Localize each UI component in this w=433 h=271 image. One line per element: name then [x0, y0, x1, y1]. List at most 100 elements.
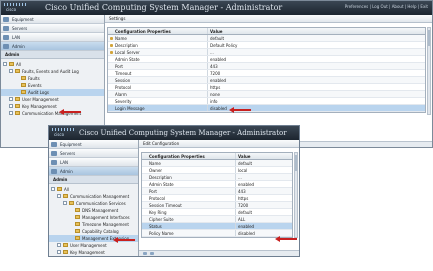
nav-equipment-button[interactable]: Equipment	[1, 15, 104, 24]
tree-node[interactable]: Communication Services	[49, 200, 138, 207]
nav-lan-button[interactable]: LAN	[1, 33, 104, 42]
expand-icon	[57, 243, 61, 247]
expand-icon	[57, 194, 61, 198]
nav-admin-button[interactable]: Admin	[49, 167, 138, 176]
scrollbar-thumb	[295, 155, 297, 171]
refresh-icon[interactable]	[150, 252, 154, 255]
table-row[interactable]: Timeout 7200	[108, 70, 425, 77]
expand-icon	[9, 69, 13, 73]
table-row-selected[interactable]: Login Message disabled	[108, 105, 425, 112]
lan-icon	[51, 160, 57, 165]
folder-icon	[75, 215, 80, 219]
folder-icon	[63, 243, 68, 247]
folder-icon	[15, 111, 20, 115]
title-bar: cisco Cisco Unified Computing System Man…	[49, 126, 299, 140]
table-body: Name default Description Default Policy Lo…	[108, 35, 425, 112]
table-row[interactable]: Session enabled	[108, 77, 425, 84]
folder-icon	[63, 250, 68, 254]
admin-tree: All Communication Management Communicati…	[49, 184, 138, 256]
table-row[interactable]: Protocol https	[108, 84, 425, 91]
equipment-icon	[3, 17, 9, 22]
table-row[interactable]: Session Timeout 7200	[142, 202, 292, 209]
table-row[interactable]: Description...	[142, 174, 292, 181]
properties-table: Configuration Properties Value Name defau…	[107, 27, 426, 113]
folder-icon	[57, 187, 62, 191]
tree-node[interactable]: Communication Management	[49, 193, 138, 200]
table-row[interactable]: Policy Name disabled	[142, 230, 292, 237]
table-row[interactable]: Local Server...	[108, 49, 425, 56]
tree-node[interactable]: Faults, Events and Audit Log	[1, 68, 104, 75]
table-row[interactable]: Cipher Suite ALL	[142, 216, 292, 223]
tree-node-all[interactable]: All	[49, 186, 138, 193]
folder-icon	[15, 69, 20, 73]
folder-icon	[21, 83, 26, 87]
table-row[interactable]: Port 443	[108, 63, 425, 70]
folder-icon	[63, 194, 68, 198]
column-header-property: Configuration Properties	[108, 28, 208, 34]
table-row[interactable]: Protocol https	[142, 195, 292, 202]
nav-lan-button[interactable]: LAN	[49, 158, 138, 167]
title-bar: cisco Cisco Unified Computing System Man…	[1, 1, 432, 15]
tree-node[interactable]: Key Management	[49, 249, 138, 256]
table-header: Configuration Properties Value	[142, 153, 292, 160]
table-row[interactable]: Admin State enabled	[108, 56, 425, 63]
vertical-scrollbar[interactable]	[294, 152, 298, 238]
nav-admin-button[interactable]: Admin	[1, 42, 104, 51]
tree-node[interactable]: Communication Management	[1, 110, 104, 117]
nav-equipment-button[interactable]: Equipment	[49, 140, 138, 149]
equipment-icon	[51, 142, 57, 147]
back-icon[interactable]	[143, 252, 147, 255]
table-row[interactable]: Severity info	[108, 98, 425, 105]
tree-node[interactable]: Faults	[1, 75, 104, 82]
header-links[interactable]: Preferences | Log Out | About | Help | E…	[345, 4, 428, 9]
status-bar	[139, 250, 299, 256]
table-row[interactable]: Name default	[142, 160, 292, 167]
column-header-value: Value	[238, 154, 251, 159]
folder-icon	[9, 62, 14, 66]
scrollbar-thumb	[428, 30, 430, 46]
tree-node-selected[interactable]: Audit Logs	[1, 89, 104, 96]
expand-icon	[9, 111, 13, 115]
table-header: Configuration Properties Value	[108, 28, 425, 35]
folder-icon	[75, 222, 80, 226]
table-row[interactable]: Admin State enabled	[142, 181, 292, 188]
arrow-annotation	[275, 236, 297, 242]
tree-node[interactable]: Events	[1, 82, 104, 89]
vertical-scrollbar[interactable]	[427, 27, 431, 115]
table-row[interactable]: Owner local	[142, 167, 292, 174]
servers-icon	[3, 26, 9, 31]
panel-title: Edit Configuration	[139, 140, 299, 148]
nav-servers-button[interactable]: Servers	[49, 149, 138, 158]
expand-icon	[3, 62, 7, 66]
table-row[interactable]: Name default	[108, 35, 425, 42]
lan-icon	[3, 35, 9, 40]
folder-icon	[21, 76, 26, 80]
tree-node[interactable]: Capability Catalog	[49, 228, 138, 235]
table-row[interactable]: Description Default Policy	[108, 42, 425, 49]
tree-node[interactable]: User Management	[49, 242, 138, 249]
table-body: Name default Owner local Description... Ad…	[142, 160, 292, 237]
servers-icon	[51, 151, 57, 156]
tree-node-all[interactable]: All	[1, 61, 104, 68]
table-row-selected[interactable]: Status enabled	[142, 223, 292, 230]
tree-node[interactable]: Key Management	[1, 103, 104, 110]
folder-icon	[15, 104, 20, 108]
table-row[interactable]: Key Ring default	[142, 209, 292, 216]
lock-icon	[110, 51, 113, 54]
expand-icon	[9, 104, 13, 108]
tree-node[interactable]: User Management	[1, 96, 104, 103]
admin-icon	[3, 44, 9, 49]
app-title: Cisco Unified Computing System Manager -…	[79, 129, 287, 137]
expand-icon	[63, 201, 67, 205]
sidebar: Equipment Servers LAN Admin Admin All Co…	[49, 140, 139, 256]
tree-node[interactable]: Timezone Management	[49, 221, 138, 228]
nav-servers-button[interactable]: Servers	[1, 24, 104, 33]
table-row[interactable]: Alarm none	[108, 91, 425, 98]
admin-icon	[51, 169, 57, 174]
arrow-annotation	[113, 237, 135, 243]
column-header-property: Configuration Properties	[142, 153, 236, 159]
tree-node[interactable]: Management Interfaces	[49, 214, 138, 221]
table-row[interactable]: Port 443	[142, 188, 292, 195]
folder-icon	[69, 201, 74, 205]
tree-node[interactable]: DNS Management	[49, 207, 138, 214]
